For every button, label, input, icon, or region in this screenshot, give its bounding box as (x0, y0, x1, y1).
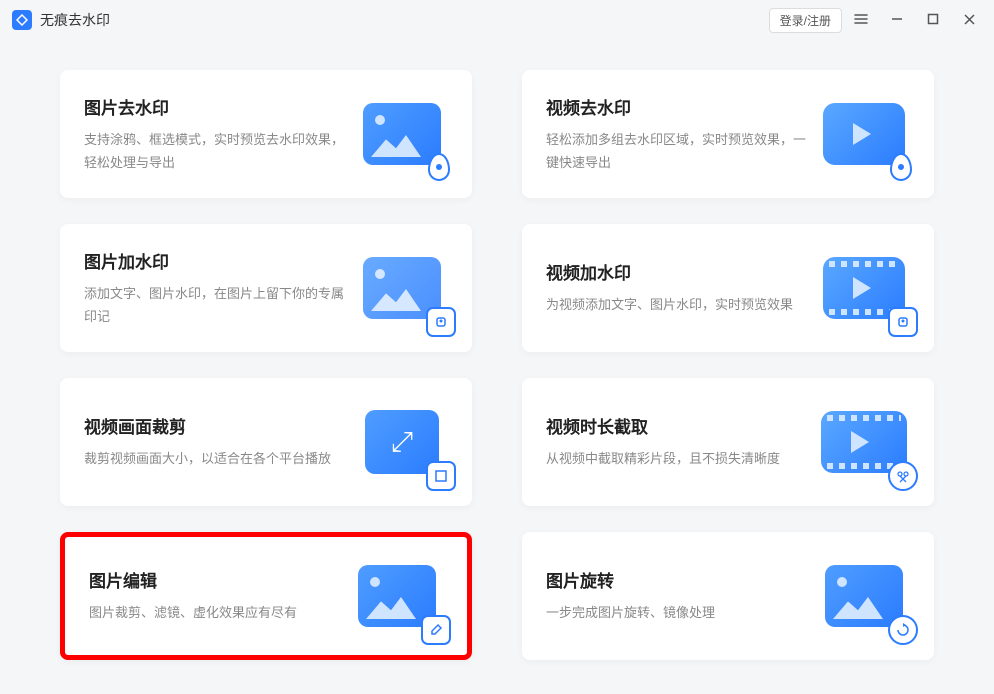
card-video-add-watermark[interactable]: 视频加水印 为视频添加文字、图片水印，实时预览效果 (522, 224, 934, 352)
image-remove-watermark-icon (354, 91, 450, 177)
card-title: 图片编辑 (89, 567, 339, 592)
card-desc: 支持涂鸦、框选模式，实时预览去水印效果，轻松处理与导出 (84, 129, 344, 173)
card-desc: 一步完成图片旋转、镜像处理 (546, 602, 806, 624)
card-image-edit[interactable]: 图片编辑 图片裁剪、滤镜、虚化效果应有尽有 (60, 532, 472, 660)
card-video-crop[interactable]: 视频画面裁剪 裁剪视频画面大小，以适合在各个平台播放 ⤢ (60, 378, 472, 506)
minimize-button[interactable] (888, 10, 906, 28)
menu-icon[interactable] (852, 10, 870, 28)
card-title: 视频时长截取 (546, 413, 806, 438)
image-add-watermark-icon (354, 245, 450, 331)
video-crop-icon: ⤢ (354, 399, 450, 485)
card-grid: 图片去水印 支持涂鸦、框选模式，实时预览去水印效果，轻松处理与导出 视频去水印 … (0, 40, 994, 680)
card-desc: 裁剪视频画面大小，以适合在各个平台播放 (84, 448, 344, 470)
video-trim-icon (816, 399, 912, 485)
card-title: 视频画面裁剪 (84, 413, 344, 438)
card-desc: 图片裁剪、滤镜、虚化效果应有尽有 (89, 602, 339, 624)
login-register-button[interactable]: 登录/注册 (769, 8, 842, 33)
card-desc: 添加文字、图片水印，在图片上留下你的专属印记 (84, 283, 344, 327)
video-remove-watermark-icon (816, 91, 912, 177)
card-desc: 从视频中截取精彩片段，且不损失清晰度 (546, 448, 806, 470)
image-edit-icon (349, 553, 445, 639)
window-controls (852, 10, 978, 28)
image-rotate-icon (816, 553, 912, 639)
video-add-watermark-icon (816, 245, 912, 331)
card-video-remove-watermark[interactable]: 视频去水印 轻松添加多组去水印区域，实时预览效果，一键快速导出 (522, 70, 934, 198)
card-desc: 轻松添加多组去水印区域，实时预览效果，一键快速导出 (546, 129, 806, 173)
card-title: 图片去水印 (84, 94, 344, 119)
app-title: 无痕去水印 (40, 10, 110, 30)
card-title: 视频去水印 (546, 94, 806, 119)
titlebar: 无痕去水印 登录/注册 (0, 0, 994, 40)
card-image-add-watermark[interactable]: 图片加水印 添加文字、图片水印，在图片上留下你的专属印记 (60, 224, 472, 352)
maximize-button[interactable] (924, 10, 942, 28)
card-image-remove-watermark[interactable]: 图片去水印 支持涂鸦、框选模式，实时预览去水印效果，轻松处理与导出 (60, 70, 472, 198)
card-title: 视频加水印 (546, 259, 806, 284)
app-logo (12, 10, 32, 30)
card-image-rotate[interactable]: 图片旋转 一步完成图片旋转、镜像处理 (522, 532, 934, 660)
card-video-trim[interactable]: 视频时长截取 从视频中截取精彩片段，且不损失清晰度 (522, 378, 934, 506)
card-title: 图片加水印 (84, 248, 344, 273)
card-desc: 为视频添加文字、图片水印，实时预览效果 (546, 294, 806, 316)
card-title: 图片旋转 (546, 567, 806, 592)
close-button[interactable] (960, 10, 978, 28)
